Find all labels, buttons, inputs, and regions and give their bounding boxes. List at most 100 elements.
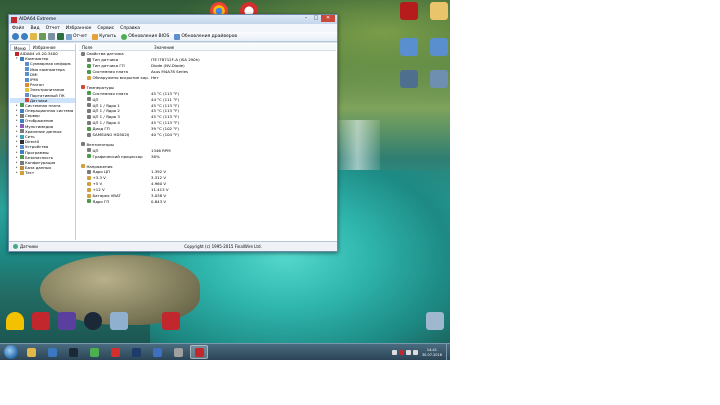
tree-item-icon <box>20 150 24 155</box>
bios-update-button[interactable]: Обновления BIOS <box>121 33 169 40</box>
tree-item[interactable]: ▸ Тест <box>10 170 75 175</box>
taskbar-aida64-button[interactable] <box>190 345 208 359</box>
sensor-icon <box>81 51 85 56</box>
desktop-icon-app-4[interactable] <box>424 70 450 88</box>
taskbar-explorer-button[interactable] <box>22 345 40 359</box>
field-cell: Напряжения <box>79 164 199 169</box>
tree-item-icon <box>20 113 24 118</box>
tree-item-icon <box>20 56 24 61</box>
field-cell: Вентиляторы <box>79 142 199 147</box>
tree-item-icon <box>25 93 29 98</box>
tree-expander-icon[interactable]: ▾ <box>16 56 19 61</box>
clock-date: 30.07.2016 <box>421 352 442 357</box>
field-label: ЦП 1 / Ядро 2 <box>92 108 120 114</box>
clock[interactable]: 14:41 30.07.2016 <box>422 348 442 357</box>
column-value-header[interactable]: Значение <box>151 44 174 50</box>
tab-favorites[interactable]: Избранное <box>30 44 59 50</box>
tree-item[interactable]: ▸ Операционная система <box>10 108 75 113</box>
window-titlebar[interactable]: AIDA64 Extreme – □ ✕ <box>9 15 337 24</box>
taskbar-chrome-button[interactable] <box>85 345 103 359</box>
taskbar-app-blue-button[interactable] <box>148 345 166 359</box>
user-icon[interactable] <box>48 33 55 40</box>
desktop-icon-app-1[interactable] <box>394 38 424 56</box>
field-cell: ЦП 1 / Ядро 4 <box>79 120 149 125</box>
sensor-icon <box>81 142 85 147</box>
buy-button[interactable]: Купить <box>92 33 116 40</box>
column-field-header[interactable]: Поле <box>79 44 151 50</box>
tree-expander-icon[interactable]: ▸ <box>16 170 19 175</box>
forward-arrow-icon[interactable] <box>21 33 28 40</box>
menu-tools[interactable]: Сервис <box>97 26 114 31</box>
left-tabs: Меню Избранное <box>10 44 75 51</box>
start-button[interactable] <box>4 345 18 359</box>
show-desktop-button[interactable] <box>446 344 450 360</box>
taskbar-steam-button[interactable] <box>64 345 82 359</box>
field-cell: Графический процессор <box>79 154 149 159</box>
sensor-icon <box>87 181 91 186</box>
field-cell: ЦП 1 / Ядро 1 <box>79 103 149 108</box>
menu-report[interactable]: Отчет <box>46 26 60 31</box>
refresh-icon[interactable] <box>39 33 46 40</box>
desktop-icon-game[interactable] <box>156 312 186 330</box>
field-label: Диод ГП <box>92 126 110 132</box>
tree-item-icon <box>20 165 24 170</box>
field-cell: Температуры <box>79 85 199 90</box>
report-button[interactable]: Отчет <box>66 33 87 40</box>
value-cell: Diode (NV-Diode) <box>151 63 185 69</box>
desktop-icon-app-2[interactable] <box>424 38 450 56</box>
sensor-icon <box>87 193 91 198</box>
maximize-button[interactable]: □ <box>311 15 321 22</box>
desktop-icon-folder[interactable] <box>424 2 450 20</box>
chart-icon[interactable] <box>57 33 64 40</box>
opera-icon <box>110 347 120 357</box>
menu-view[interactable]: Вид <box>30 26 39 31</box>
sensor-row[interactable]: Ядро ГП 0.843 V <box>79 198 336 204</box>
field-cell: SAMSUNG HD502IJ <box>79 132 149 137</box>
sensor-icon <box>87 148 91 153</box>
menu-file[interactable]: Файл <box>12 26 24 31</box>
value-cell: 1346 RPM <box>151 147 171 153</box>
tree-item-icon <box>25 61 29 66</box>
tree-item-label: Тест <box>25 170 35 176</box>
field-label: Тип датчика ГП <box>92 63 125 69</box>
tree-item-icon <box>20 129 24 134</box>
tab-menu[interactable]: Меню <box>10 44 30 51</box>
tree-item-icon <box>20 144 24 149</box>
taskbar-media-button[interactable] <box>43 345 61 359</box>
field-label: ЦП 1 / Ядро 1 <box>92 102 120 108</box>
value-cell: 44 °C (111 °F) <box>151 96 179 102</box>
field-cell: Свойства датчика <box>79 51 199 56</box>
desktop-icon-app-3[interactable] <box>394 70 424 88</box>
navigation-tree: Меню Избранное AIDA64 v5.20.3400 ▾ Компьют… <box>10 44 76 240</box>
field-cell: Обнаружено вскрытие кор... <box>79 75 149 80</box>
up-folder-icon[interactable] <box>30 33 37 40</box>
menu-favorites[interactable]: Избранное <box>66 26 92 31</box>
field-cell: Ядро ГП <box>79 199 149 204</box>
taskbar-app-gray-button[interactable] <box>169 345 187 359</box>
tray-flag-icon[interactable] <box>391 350 397 355</box>
value-cell: 38% <box>151 153 160 159</box>
tray-volume-icon[interactable] <box>412 350 418 355</box>
tree-item-icon <box>20 160 24 165</box>
taskbar-photoshop-button[interactable] <box>127 345 145 359</box>
desktop-icon-app-5[interactable] <box>104 312 134 330</box>
recycle-bin-icon[interactable] <box>420 312 450 330</box>
taskbar-opera-button[interactable] <box>106 345 124 359</box>
menu-help[interactable]: Справка <box>120 26 140 31</box>
update-icon <box>121 33 128 40</box>
field-cell: Батарея VBAT <box>79 193 149 198</box>
desktop-icon-pdf[interactable] <box>394 2 424 20</box>
tray-network-icon[interactable] <box>405 350 411 355</box>
window-body: Меню Избранное AIDA64 v5.20.3400 ▾ Компьют… <box>9 43 337 241</box>
sensor-rows: Свойства датчика Тип датчика ITE IT8712F-A… <box>79 51 336 204</box>
close-button[interactable]: ✕ <box>321 15 335 22</box>
minimize-button[interactable]: – <box>301 15 311 22</box>
field-cell: Тип датчика ГП <box>79 63 149 68</box>
driver-update-button[interactable]: Обновления драйверов <box>174 33 237 40</box>
tray-aida64-icon[interactable] <box>398 350 404 355</box>
field-label: Ядро ГП <box>92 198 110 204</box>
back-arrow-icon[interactable] <box>12 33 19 40</box>
value-cell: 45 °C (113 °F) <box>151 90 179 96</box>
value-cell: 3.038 V <box>151 193 167 199</box>
tree-item-icon <box>25 82 29 87</box>
